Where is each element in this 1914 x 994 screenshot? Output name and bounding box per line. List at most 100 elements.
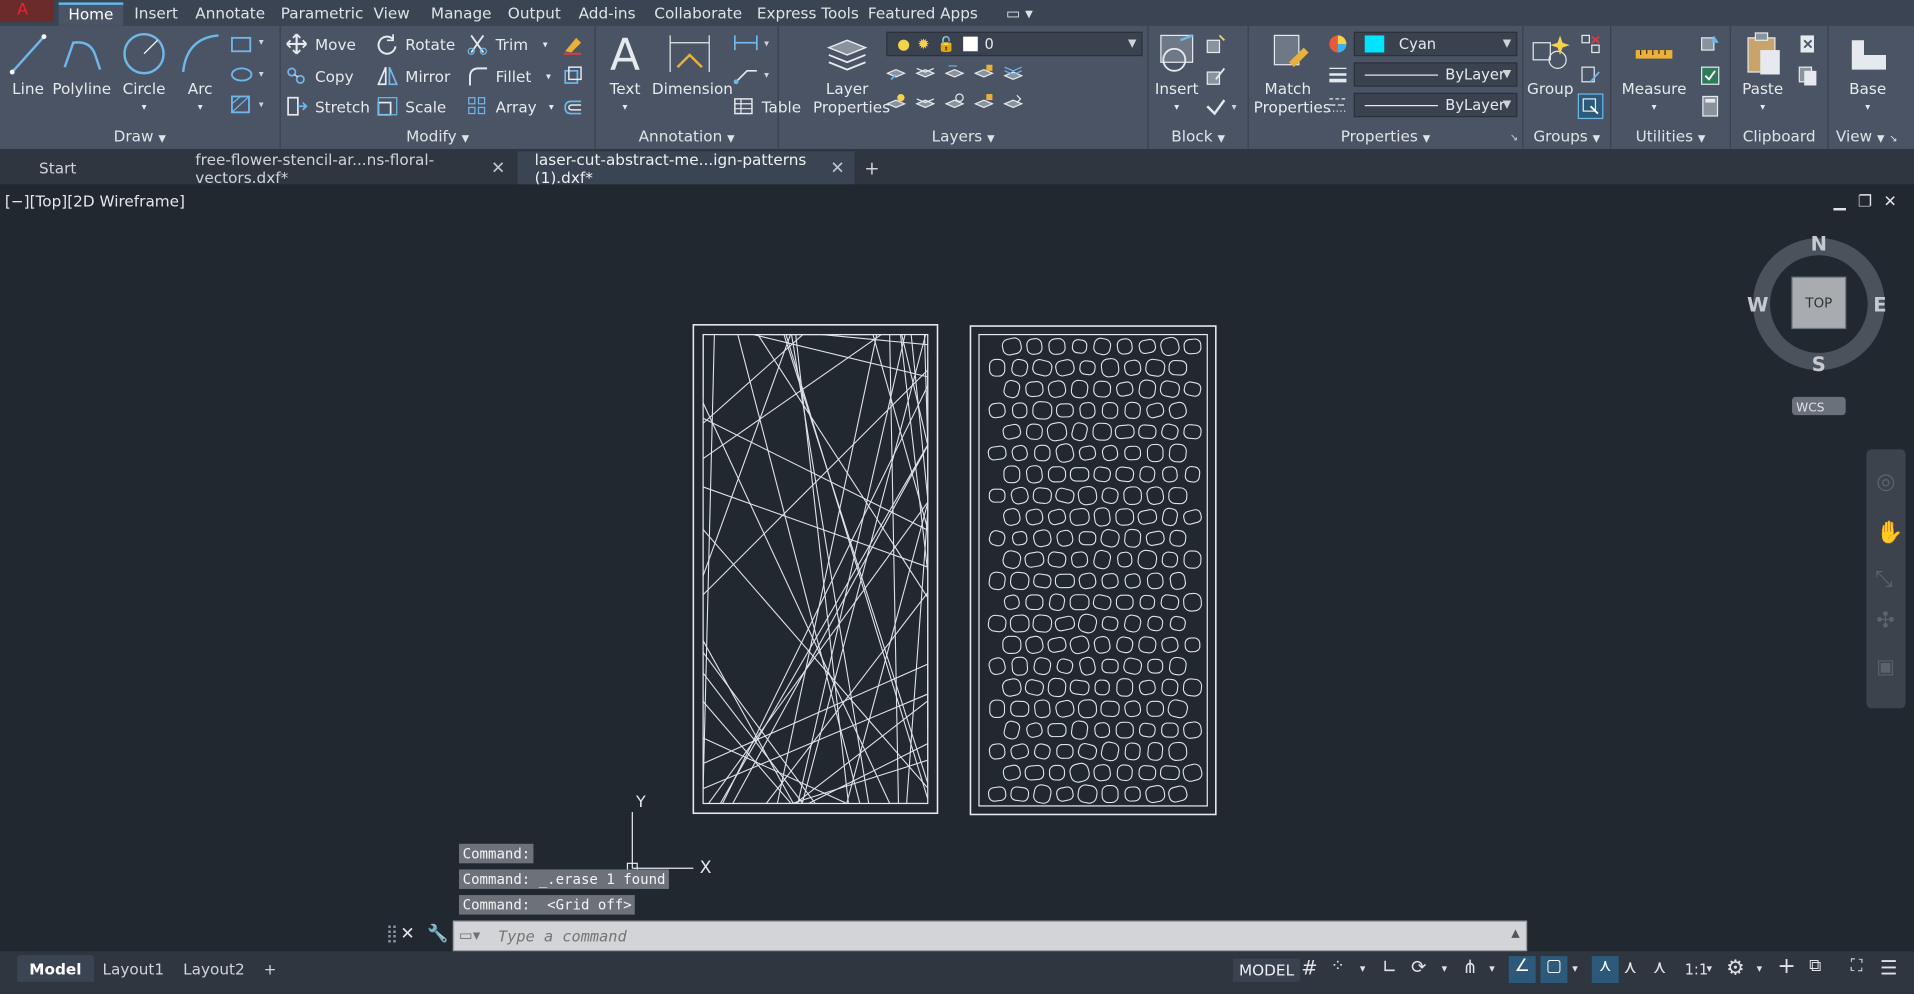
insert-block-button[interactable]: Insert ▾ bbox=[1151, 31, 1202, 116]
annotation-scale-value[interactable]: 1:1 bbox=[1685, 961, 1709, 978]
customize-wrench-icon[interactable]: 🔧 bbox=[427, 924, 448, 944]
grid-display-icon[interactable]: # bbox=[1301, 956, 1317, 979]
group-button[interactable]: Group bbox=[1526, 31, 1575, 98]
mirror-button[interactable]: Mirror bbox=[376, 62, 450, 89]
layer-previous-icon[interactable] bbox=[944, 62, 965, 82]
object-snap-icon[interactable]: ▢ bbox=[1540, 956, 1568, 983]
start-tab[interactable]: Start bbox=[22, 151, 178, 184]
select-all-icon[interactable] bbox=[1699, 65, 1721, 87]
rotate-button[interactable]: Rotate bbox=[376, 31, 455, 58]
tab-annotate[interactable]: Annotate bbox=[186, 2, 275, 25]
copy-clip-icon[interactable] bbox=[1797, 65, 1819, 87]
scale-dropdown-caret[interactable]: ▾ bbox=[1707, 963, 1713, 975]
move-button[interactable]: Move bbox=[286, 31, 356, 58]
compass-west[interactable]: W bbox=[1747, 293, 1769, 316]
drawing-canvas[interactable] bbox=[684, 319, 1227, 820]
quick-select-icon[interactable] bbox=[1699, 33, 1721, 55]
calculator-icon[interactable] bbox=[1699, 95, 1721, 117]
isolate-objects-icon[interactable]: ⧉ bbox=[1809, 956, 1821, 976]
create-block-icon[interactable] bbox=[1205, 33, 1227, 55]
linetype-dropdown[interactable]: ByLayer ▼ bbox=[1353, 92, 1518, 118]
hatch-dropdown-caret[interactable]: ▾ bbox=[259, 99, 264, 110]
explode-icon[interactable] bbox=[562, 65, 584, 87]
compass-east[interactable]: E bbox=[1873, 293, 1886, 316]
add-layout-plus-icon[interactable]: + bbox=[251, 955, 288, 982]
base-view-button[interactable]: Base ▾ bbox=[1833, 31, 1901, 116]
close-tab-icon[interactable]: ✕ bbox=[830, 158, 844, 178]
polyline-button[interactable]: Polyline bbox=[51, 31, 112, 98]
group-selection-toggle-icon[interactable] bbox=[1577, 93, 1604, 120]
layer-off-icon[interactable] bbox=[886, 93, 906, 113]
tab-view[interactable]: View bbox=[364, 2, 420, 25]
copy-button[interactable]: Copy bbox=[286, 62, 354, 89]
trim-dropdown-caret[interactable]: ▾ bbox=[543, 38, 548, 49]
close-viewport-icon[interactable]: ✕ bbox=[1884, 193, 1897, 211]
clipboard-panel-title[interactable]: Clipboard bbox=[1731, 127, 1827, 147]
fillet-dropdown-caret[interactable]: ▾ bbox=[546, 70, 551, 81]
groups-panel-title[interactable]: Groups ▼ bbox=[1523, 127, 1610, 147]
layer-lock-icon[interactable] bbox=[944, 93, 965, 113]
properties-panel-title[interactable]: Properties ▼ bbox=[1249, 127, 1522, 147]
make-current-layer-icon[interactable] bbox=[886, 62, 906, 82]
array-button[interactable]: Array ▾ bbox=[466, 93, 554, 120]
attributes-dropdown-caret[interactable]: ▾ bbox=[1232, 101, 1237, 112]
compass-south[interactable]: S bbox=[1812, 353, 1826, 376]
edit-block-icon[interactable] bbox=[1205, 65, 1227, 87]
layer-unlock-icon[interactable] bbox=[974, 93, 994, 113]
command-history-expand-icon[interactable]: ▲ bbox=[1511, 928, 1519, 940]
orbit-icon[interactable]: ✣ bbox=[1876, 608, 1894, 634]
hatch-icon[interactable] bbox=[229, 94, 253, 116]
pan-hand-icon[interactable]: ✋ bbox=[1876, 520, 1903, 546]
measure-button[interactable]: Measure ▾ bbox=[1616, 31, 1692, 116]
annotation-monitor-plus-icon[interactable]: + bbox=[1777, 954, 1795, 980]
layer-dropdown[interactable]: ● ✹ 🔓 0 ▼ bbox=[886, 31, 1143, 57]
annotation-visibility-icon[interactable]: ⋏ bbox=[1591, 956, 1619, 983]
zoom-extents-icon[interactable]: ⤡ bbox=[1875, 567, 1893, 593]
stretch-button[interactable]: Stretch bbox=[286, 93, 370, 120]
cellular-pattern-panel[interactable] bbox=[969, 325, 1217, 816]
command-line-grip-icon[interactable]: ⣿ bbox=[386, 924, 399, 944]
application-menu-button[interactable]: A bbox=[0, 0, 54, 22]
snap-mode-icon[interactable]: ⁘ bbox=[1331, 956, 1345, 976]
group-edit-icon[interactable] bbox=[1580, 65, 1602, 87]
leader-icon[interactable] bbox=[732, 65, 759, 85]
arc-dropdown-caret[interactable]: ▾ bbox=[176, 98, 225, 116]
object-color-dropdown[interactable]: Cyan ▼ bbox=[1353, 31, 1518, 57]
paste-dropdown-caret[interactable]: ▾ bbox=[1736, 98, 1790, 116]
erase-icon[interactable] bbox=[562, 33, 584, 55]
circle-dropdown-caret[interactable]: ▾ bbox=[117, 98, 171, 116]
ellipse-icon[interactable] bbox=[229, 65, 253, 85]
ungroup-icon[interactable] bbox=[1580, 33, 1602, 55]
match-layer-icon[interactable] bbox=[915, 62, 936, 82]
tab-output[interactable]: Output bbox=[498, 2, 571, 25]
tab-home[interactable]: Home bbox=[58, 2, 124, 26]
fillet-button[interactable]: Fillet ▾ bbox=[466, 62, 551, 89]
annotation-panel-title[interactable]: Annotation ▼ bbox=[596, 127, 778, 147]
rectangle-dropdown-caret[interactable]: ▾ bbox=[259, 37, 264, 48]
properties-launcher-icon[interactable]: ↘ bbox=[1510, 132, 1518, 143]
utilities-panel-title[interactable]: Utilities ▼ bbox=[1611, 127, 1729, 147]
tab-insert[interactable]: Insert bbox=[125, 2, 188, 25]
linear-dimension-icon[interactable] bbox=[732, 33, 759, 53]
osnap-dropdown-caret[interactable]: ▾ bbox=[1572, 963, 1578, 975]
offset-icon[interactable] bbox=[562, 96, 584, 118]
showmotion-icon[interactable]: ▣ bbox=[1876, 655, 1894, 678]
isodraft-icon[interactable]: ⋔ bbox=[1462, 956, 1477, 978]
array-dropdown-caret[interactable]: ▾ bbox=[549, 101, 554, 112]
text-dropdown-caret[interactable]: ▾ bbox=[601, 98, 650, 116]
restore-viewport-icon[interactable]: ❐ bbox=[1858, 193, 1872, 211]
tab-collaborate[interactable]: Collaborate bbox=[645, 2, 752, 25]
circle-button[interactable]: Circle ▾ bbox=[117, 31, 171, 116]
dimension-button[interactable]: Dimension bbox=[652, 31, 733, 98]
rectangle-icon[interactable] bbox=[229, 35, 253, 55]
tab-featured-apps[interactable]: Featured Apps bbox=[858, 2, 987, 25]
customization-menu-icon[interactable]: ☰ bbox=[1880, 956, 1898, 979]
close-tab-icon[interactable]: ✕ bbox=[491, 158, 505, 178]
match-properties-button[interactable]: Match Properties bbox=[1254, 31, 1331, 116]
insert-dropdown-caret[interactable]: ▾ bbox=[1151, 98, 1202, 116]
new-tab-plus-icon[interactable]: + bbox=[864, 158, 879, 180]
abstract-lines-panel[interactable] bbox=[692, 324, 939, 815]
workspace-dropdown-caret[interactable]: ▾ bbox=[1757, 963, 1763, 975]
scale-button[interactable]: Scale bbox=[376, 93, 446, 120]
draw-panel-title[interactable]: Draw ▼ bbox=[0, 127, 280, 147]
